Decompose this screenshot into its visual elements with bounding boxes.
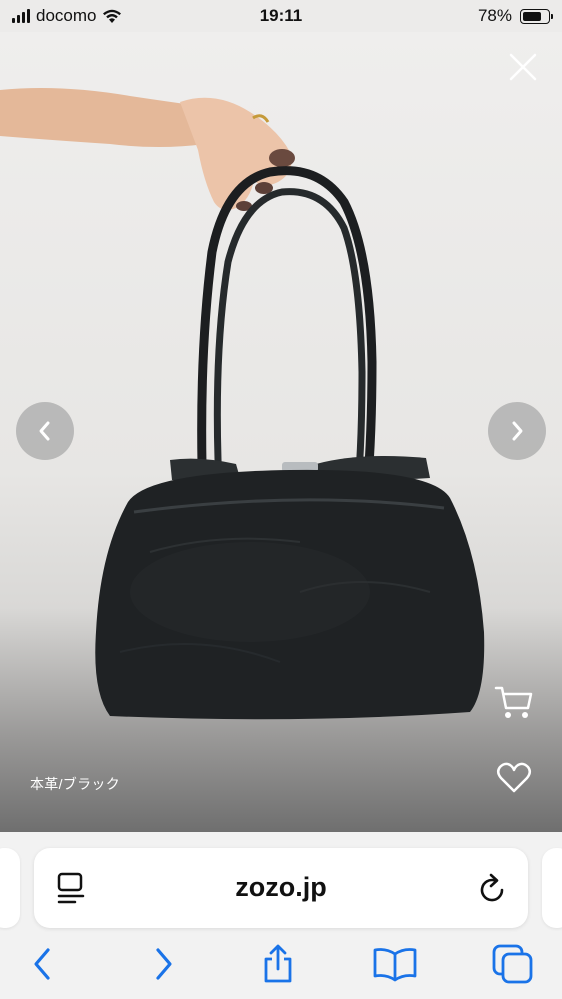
battery-percent: 78% xyxy=(477,6,512,25)
tabs-icon xyxy=(492,944,533,984)
close-icon xyxy=(509,53,537,81)
share-button[interactable] xyxy=(253,940,303,988)
battery-icon xyxy=(520,8,553,24)
bag-body xyxy=(95,469,485,720)
back-button[interactable] xyxy=(18,940,68,988)
previous-tab-peek[interactable] xyxy=(0,848,20,928)
heart-icon xyxy=(497,762,531,793)
chevron-left-icon xyxy=(39,421,50,441)
reload-icon xyxy=(480,873,504,902)
bookmarks-icon xyxy=(373,948,417,982)
battery-fill xyxy=(523,11,541,21)
url-text[interactable]: zozo.jp xyxy=(34,872,528,903)
chevron-right-icon xyxy=(512,421,523,441)
cart-icon xyxy=(494,686,533,718)
previous-image-button[interactable] xyxy=(16,402,74,460)
safari-bottom-bar: zozo.jp xyxy=(0,832,562,999)
color-caption: 本革/ブラック xyxy=(30,776,120,792)
forward-arrow-icon xyxy=(156,948,172,980)
product-image-viewer[interactable]: 本革/ブラック xyxy=(0,32,562,832)
product-photo xyxy=(0,88,485,720)
next-image-button[interactable] xyxy=(488,402,546,460)
status-bar: docomo 19:11 78% xyxy=(0,0,562,32)
next-tab-peek[interactable] xyxy=(542,848,562,928)
favorite-button[interactable] xyxy=(496,762,532,794)
bookmarks-button[interactable] xyxy=(370,940,420,988)
model-hand xyxy=(0,88,295,211)
bag-handles xyxy=(197,166,377,512)
reload-button[interactable] xyxy=(476,870,510,906)
close-button[interactable] xyxy=(506,50,540,84)
back-arrow-icon xyxy=(34,948,50,980)
add-to-cart-button[interactable] xyxy=(494,684,534,722)
forward-button[interactable] xyxy=(138,940,188,988)
tabs-button[interactable] xyxy=(488,940,538,988)
status-right: 78% xyxy=(477,6,553,26)
share-icon xyxy=(264,944,292,983)
address-bar[interactable]: zozo.jp xyxy=(34,848,528,928)
